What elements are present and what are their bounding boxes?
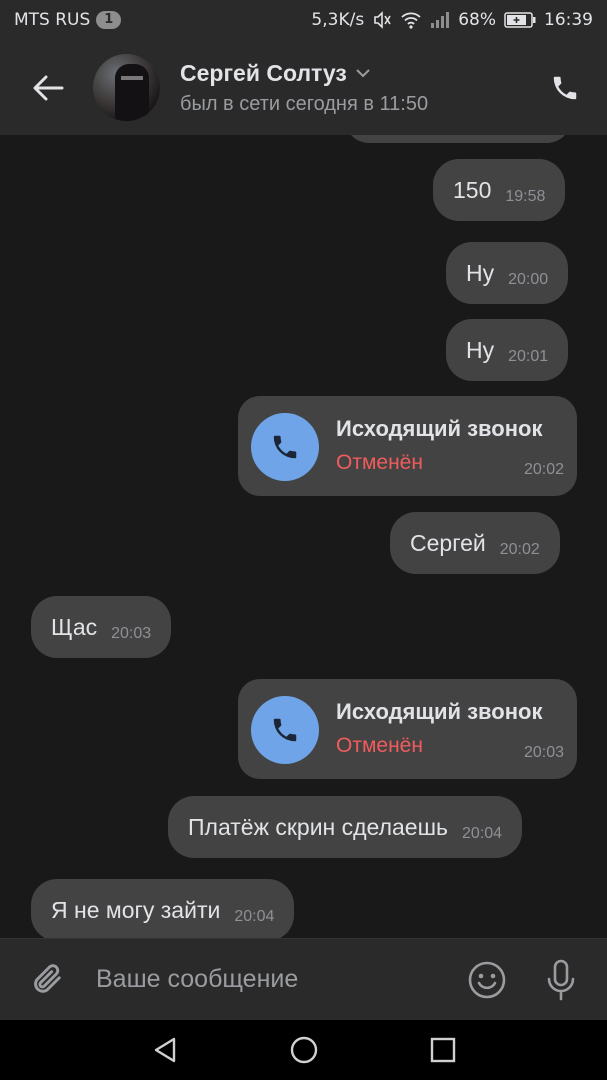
back-button[interactable] [18, 58, 78, 118]
microphone-icon [547, 959, 575, 1000]
message-bubble-outgoing[interactable]: Ну 20:01 [446, 319, 569, 381]
system-nav-bar [0, 1020, 607, 1080]
contact-name: Сергей Солтуз [180, 59, 347, 86]
wifi-icon [400, 11, 422, 29]
paperclip-icon [34, 963, 61, 993]
chat-header: Сергей Солтуз был в сети сегодня в 11:50 [0, 40, 607, 135]
message-text: Сергей [410, 529, 486, 556]
message-bubble-incoming[interactable]: Щас 20:03 [31, 596, 172, 658]
status-bar: MTS RUS 1 5,3K/s 68% 16:39 [0, 0, 607, 40]
circle-home-icon [290, 1036, 317, 1064]
message-bubble-outgoing[interactable]: Ну 20:00 [446, 242, 569, 304]
avatar[interactable] [93, 54, 160, 121]
message-bubble-partial [345, 135, 571, 143]
call-status: Отменён [336, 734, 423, 757]
message-bubble-outgoing[interactable]: 150 19:58 [433, 159, 566, 221]
smiley-icon [468, 961, 506, 998]
call-log-card[interactable]: Исходящий звонок Отменён 20:03 [238, 679, 577, 779]
voice-message-button[interactable] [541, 958, 581, 1002]
emoji-button[interactable] [465, 958, 509, 1002]
message-text: Ну [466, 259, 495, 286]
triangle-back-icon [154, 1037, 175, 1063]
phone-icon [251, 413, 319, 481]
call-status: Отменён [336, 451, 423, 474]
message-text: 150 [453, 176, 492, 203]
phone-icon [553, 76, 577, 99]
clock: 16:39 [544, 10, 593, 30]
contact-info[interactable]: Сергей Солтуз был в сети сегодня в 11:50 [180, 60, 428, 116]
message-time: 20:04 [462, 825, 503, 842]
message-bubble-outgoing[interactable]: Сергей 20:02 [390, 512, 560, 574]
nav-recents-button[interactable] [418, 1025, 468, 1075]
attach-button[interactable] [24, 955, 74, 1005]
carrier-name: MTS RUS [14, 10, 91, 30]
signal-icon [430, 11, 450, 29]
mute-icon [372, 10, 392, 30]
message-text: Я не могу зайти [51, 896, 221, 923]
message-time: 20:00 [508, 271, 549, 288]
message-input[interactable] [96, 965, 436, 994]
call-title: Исходящий звонок [336, 699, 543, 724]
battery-icon [504, 12, 536, 28]
message-text: Щас [51, 613, 98, 640]
message-list[interactable]: 150 19:58 Ну 20:00 Ну 20:01 Исходящий зв… [0, 135, 607, 938]
nav-back-button[interactable] [140, 1025, 190, 1075]
message-time: 19:58 [505, 188, 546, 205]
phone-icon [251, 696, 319, 764]
notification-badge: 1 [96, 11, 122, 29]
message-time: 20:03 [111, 625, 152, 642]
call-log-card[interactable]: Исходящий звонок Отменён 20:02 [238, 396, 577, 496]
network-speed: 5,3K/s [311, 10, 365, 30]
message-bubble-incoming[interactable]: Я не могу зайти 20:04 [31, 879, 295, 938]
message-bubble-outgoing[interactable]: Платёж скрин сделаешь 20:04 [168, 796, 523, 858]
message-time: 20:01 [508, 348, 549, 365]
arrow-left-icon [33, 75, 64, 100]
chevron-down-icon [356, 69, 370, 78]
call-button[interactable] [545, 68, 585, 108]
last-seen-status: был в сети сегодня в 11:50 [180, 92, 429, 115]
message-time: 20:02 [523, 461, 564, 478]
message-time: 20:03 [523, 744, 564, 761]
message-text: Платёж скрин сделаешь [188, 813, 449, 840]
call-title: Исходящий звонок [336, 416, 543, 441]
message-text: Ну [466, 336, 495, 363]
battery-percent: 68% [458, 10, 496, 30]
square-recents-icon [430, 1037, 455, 1063]
message-time: 20:04 [234, 908, 275, 925]
message-composer [0, 938, 607, 1020]
message-time: 20:02 [499, 541, 540, 558]
nav-home-button[interactable] [279, 1025, 329, 1075]
